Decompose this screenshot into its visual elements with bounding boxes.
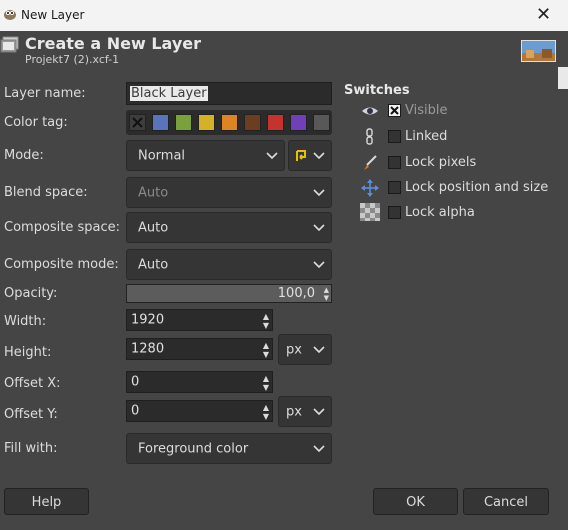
ok-button[interactable]: OK xyxy=(373,488,458,515)
help-button[interactable]: Help xyxy=(4,488,89,515)
cancel-button[interactable]: Cancel xyxy=(463,488,549,515)
lock-position-label: Lock position and size xyxy=(405,180,549,195)
offset-x-spinbutton[interactable]: 0 ▲ ▼ xyxy=(126,371,273,393)
offset-y-value: 0 xyxy=(131,403,140,419)
color-tag-red[interactable] xyxy=(267,114,284,131)
color-tag-none[interactable] xyxy=(129,114,146,131)
color-tag-yellow[interactable] xyxy=(198,114,215,131)
checkerboard-icon xyxy=(360,203,380,221)
close-icon[interactable]: ✕ xyxy=(536,6,551,24)
size-unit-select[interactable]: px xyxy=(278,334,332,365)
height-label: Height: xyxy=(4,345,52,360)
opacity-label: Opacity: xyxy=(4,286,58,301)
size-unit-value: px xyxy=(286,342,302,357)
linked-label: Linked xyxy=(405,129,448,144)
gimp-app-icon xyxy=(4,10,16,20)
blend-space-select: Auto xyxy=(126,177,332,208)
window-edge xyxy=(558,67,568,89)
lock-pixels-checkbox[interactable] xyxy=(388,156,401,169)
color-tag-label: Color tag: xyxy=(4,115,68,130)
offset-unit-value: px xyxy=(286,404,302,419)
color-tag-blue[interactable] xyxy=(152,114,169,131)
color-tag-orange[interactable] xyxy=(221,114,238,131)
color-tag-brown[interactable] xyxy=(244,114,261,131)
mode-group-select[interactable] xyxy=(288,140,332,171)
color-tag-violet[interactable] xyxy=(290,114,307,131)
window-titlebar: New Layer ✕ xyxy=(0,0,568,31)
no-tag-x-icon xyxy=(132,117,143,128)
checkmark-x-icon xyxy=(390,106,399,115)
window-title: New Layer xyxy=(21,8,85,22)
offset-y-stepper-arrows[interactable]: ▲ ▼ xyxy=(263,403,269,421)
lock-pixels-label: Lock pixels xyxy=(405,155,477,170)
legacy-mode-icon xyxy=(296,150,306,161)
color-tag-green[interactable] xyxy=(175,114,192,131)
width-stepper-arrows[interactable]: ▲ ▼ xyxy=(263,312,269,330)
brush-icon xyxy=(364,155,377,170)
visible-label: Visible xyxy=(405,103,448,118)
height-stepper-arrows[interactable]: ▲ ▼ xyxy=(263,341,269,359)
image-thumbnail xyxy=(521,40,556,62)
blend-space-label: Blend space: xyxy=(4,185,88,200)
height-spinbutton[interactable]: 1280 ▲ ▼ xyxy=(126,338,273,360)
lock-position-checkbox[interactable] xyxy=(388,181,401,194)
blend-space-value: Auto xyxy=(138,185,169,200)
offset-x-value: 0 xyxy=(131,374,140,390)
offset-unit-select[interactable]: px xyxy=(278,396,332,427)
opacity-slider[interactable]: 100,0 ▲ ▼ xyxy=(126,284,332,303)
mode-value: Normal xyxy=(138,148,186,163)
chevron-down-icon xyxy=(313,188,325,196)
eye-icon xyxy=(362,107,378,115)
cancel-button-label: Cancel xyxy=(483,495,529,510)
help-button-label: Help xyxy=(31,495,62,510)
chevron-down-icon xyxy=(313,407,325,415)
chevron-down-icon xyxy=(266,151,278,159)
offset-x-stepper-arrows[interactable]: ▲ ▼ xyxy=(263,374,269,392)
linked-checkbox[interactable] xyxy=(388,130,401,143)
layer-name-field[interactable]: Black Layer xyxy=(126,82,332,105)
offset-x-label: Offset X: xyxy=(4,376,61,391)
image-subtitle: Projekt7 (2).xcf-1 xyxy=(25,53,120,66)
composite-space-select[interactable]: Auto xyxy=(126,212,332,243)
color-tag-bar xyxy=(126,110,332,135)
composite-mode-label: Composite mode: xyxy=(4,257,119,272)
mode-label: Mode: xyxy=(4,148,44,163)
chevron-down-icon xyxy=(313,223,325,231)
chevron-down-icon xyxy=(313,260,325,268)
composite-mode-select[interactable]: Auto xyxy=(126,249,332,280)
fill-with-select[interactable]: Foreground color xyxy=(126,433,332,464)
lock-alpha-label: Lock alpha xyxy=(405,205,475,220)
chevron-down-icon xyxy=(313,444,325,452)
offset-y-spinbutton[interactable]: 0 ▲ ▼ xyxy=(126,400,273,422)
fill-with-label: Fill with: xyxy=(4,441,58,456)
move-icon xyxy=(361,179,379,197)
offset-y-label: Offset Y: xyxy=(4,407,58,422)
chain-icon xyxy=(366,128,373,145)
width-label: Width: xyxy=(4,314,47,329)
dialog-title: Create a New Layer xyxy=(25,34,201,53)
layer-name-label: Layer name: xyxy=(4,86,86,101)
chevron-down-icon xyxy=(313,151,325,159)
new-layer-icon xyxy=(0,36,19,53)
fill-with-value: Foreground color xyxy=(138,441,249,456)
visible-checkbox[interactable] xyxy=(388,104,401,117)
mode-select[interactable]: Normal xyxy=(126,140,285,171)
ok-button-label: OK xyxy=(406,495,425,510)
color-tag-gray[interactable] xyxy=(313,114,330,131)
width-value: 1920 xyxy=(131,312,165,328)
composite-space-value: Auto xyxy=(138,220,169,235)
opacity-stepper-arrows[interactable]: ▲ ▼ xyxy=(324,286,329,302)
lock-alpha-checkbox[interactable] xyxy=(388,206,401,219)
switches-heading: Switches xyxy=(344,83,410,98)
chevron-down-icon xyxy=(313,345,325,353)
width-spinbutton[interactable]: 1920 ▲ ▼ xyxy=(126,309,273,331)
layer-name-value: Black Layer xyxy=(130,86,208,101)
height-value: 1280 xyxy=(131,341,165,357)
opacity-value: 100,0 xyxy=(277,286,315,301)
composite-mode-value: Auto xyxy=(138,257,169,272)
composite-space-label: Composite space: xyxy=(4,220,121,235)
